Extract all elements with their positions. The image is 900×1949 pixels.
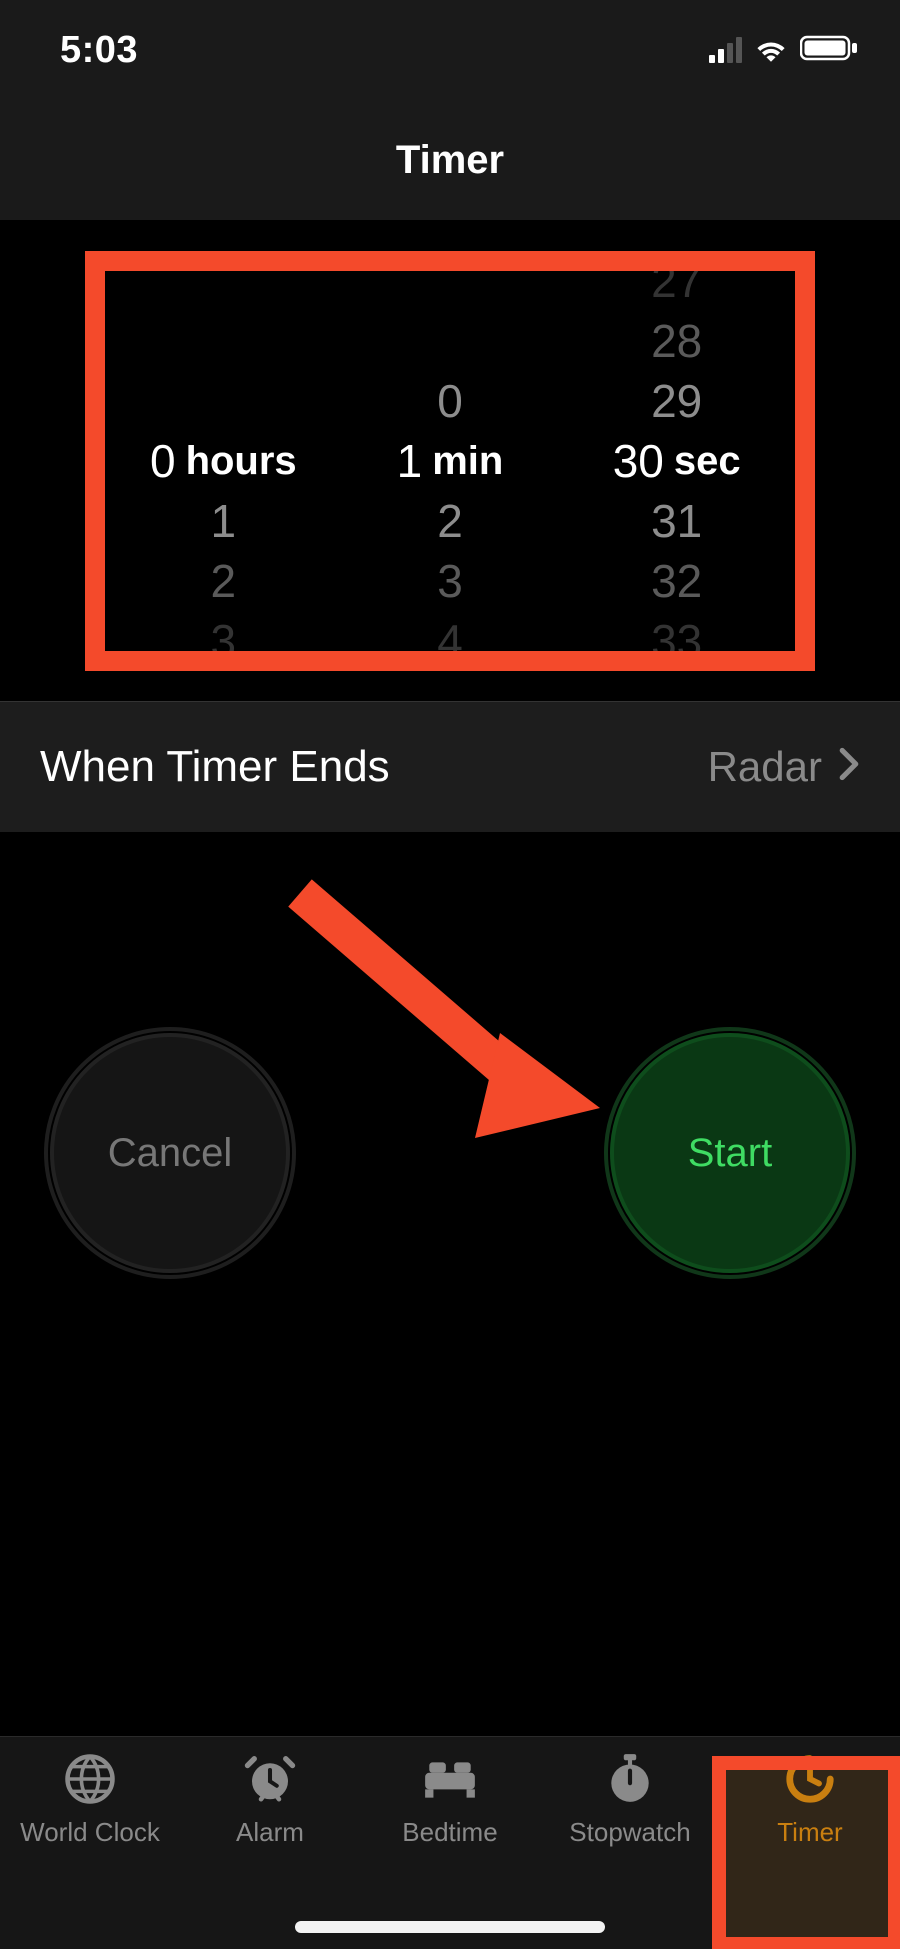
tab-world-clock[interactable]: World Clock [0, 1749, 180, 1949]
hours-wheel[interactable]: 0 hours 1 2 3 [110, 271, 337, 651]
timer-icon [780, 1749, 840, 1809]
buttons-area: Cancel Start [0, 833, 900, 1393]
alarm-clock-icon [240, 1749, 300, 1809]
seconds-wheel[interactable]: 27 28 29 30 sec 31 32 33 [563, 271, 790, 651]
wifi-icon [754, 29, 788, 72]
when-timer-ends-row[interactable]: When Timer Ends Radar [0, 701, 900, 833]
minutes-wheel[interactable]: 0 1 min 2 3 4 [337, 271, 564, 651]
annotation-arrow-icon [280, 873, 600, 1158]
tab-timer[interactable]: Timer [720, 1749, 900, 1949]
hours-selected-value: 0 [150, 431, 176, 491]
minutes-selected-value: 1 [397, 431, 423, 491]
stopwatch-icon [600, 1749, 660, 1809]
when-timer-ends-value: Radar [708, 743, 822, 791]
seconds-unit-label: sec [674, 431, 741, 491]
chevron-right-icon [838, 743, 860, 791]
tab-stopwatch[interactable]: Stopwatch [540, 1749, 720, 1949]
battery-icon [800, 29, 860, 72]
home-indicator[interactable] [295, 1921, 605, 1933]
start-button[interactable]: Start [610, 1033, 850, 1273]
cancel-button[interactable]: Cancel [50, 1033, 290, 1273]
when-timer-ends-label: When Timer Ends [40, 742, 390, 792]
status-bar: 5:03 [0, 0, 900, 100]
time-picker-area: 0 hours 1 2 3 0 1 min 2 3 4 27 28 29 [0, 221, 900, 701]
globe-icon [60, 1749, 120, 1809]
status-time: 5:03 [60, 29, 138, 72]
nav-bar: Timer [0, 100, 900, 221]
page-title: Timer [396, 138, 504, 183]
bed-icon [420, 1749, 480, 1809]
hours-unit-label: hours [186, 431, 297, 491]
minutes-unit-label: min [432, 431, 503, 491]
tab-bedtime[interactable]: Bedtime [360, 1749, 540, 1949]
seconds-selected-value: 30 [613, 431, 664, 491]
cellular-signal-icon [709, 37, 742, 63]
tab-bar: World Clock Alarm Bedtime Stopwatch Time… [0, 1736, 900, 1949]
tab-alarm[interactable]: Alarm [180, 1749, 360, 1949]
